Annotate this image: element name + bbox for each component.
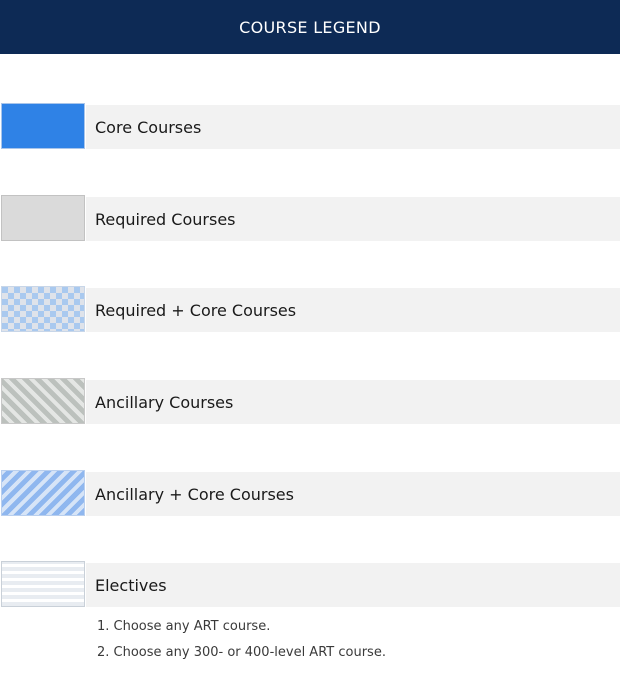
legend-item-electives: Electives	[0, 561, 620, 609]
legend-header: COURSE LEGEND	[0, 0, 620, 54]
note-item: 2. Choose any 300- or 400-level ART cour…	[97, 645, 386, 660]
legend-item-ancillary: Ancillary Courses	[0, 378, 620, 426]
required-core-swatch	[1, 286, 85, 332]
legend-item-required: Required Courses	[0, 195, 620, 243]
legend-item-ancillary-core: Ancillary + Core Courses	[0, 470, 620, 518]
legend-label-box: Ancillary + Core Courses	[86, 472, 620, 516]
legend-item-core: Core Courses	[0, 103, 620, 151]
ancillary-swatch	[1, 378, 85, 424]
legend-label-box: Core Courses	[86, 105, 620, 149]
note-item: 1. Choose any ART course.	[97, 619, 271, 634]
legend-item-label: Electives	[95, 575, 167, 595]
legend-label-box: Required + Core Courses	[86, 288, 620, 332]
required-swatch	[1, 195, 85, 241]
electives-swatch	[1, 561, 85, 607]
core-swatch	[1, 103, 85, 149]
legend-item-label: Ancillary Courses	[95, 392, 234, 412]
legend-label-box: Required Courses	[86, 197, 620, 241]
legend-item-required-core: Required + Core Courses	[0, 286, 620, 334]
legend-item-label: Required + Core Courses	[95, 300, 297, 320]
legend-item-label: Core Courses	[95, 117, 202, 137]
legend-label-box: Ancillary Courses	[86, 380, 620, 424]
ancillary-core-swatch	[1, 470, 85, 516]
legend-label-box: Electives	[86, 563, 620, 607]
electives-notes: 1. Choose any ART course. 2. Choose any …	[97, 614, 386, 666]
legend-title: COURSE LEGEND	[239, 17, 381, 37]
legend-item-label: Ancillary + Core Courses	[95, 484, 294, 504]
legend-item-label: Required Courses	[95, 209, 236, 229]
